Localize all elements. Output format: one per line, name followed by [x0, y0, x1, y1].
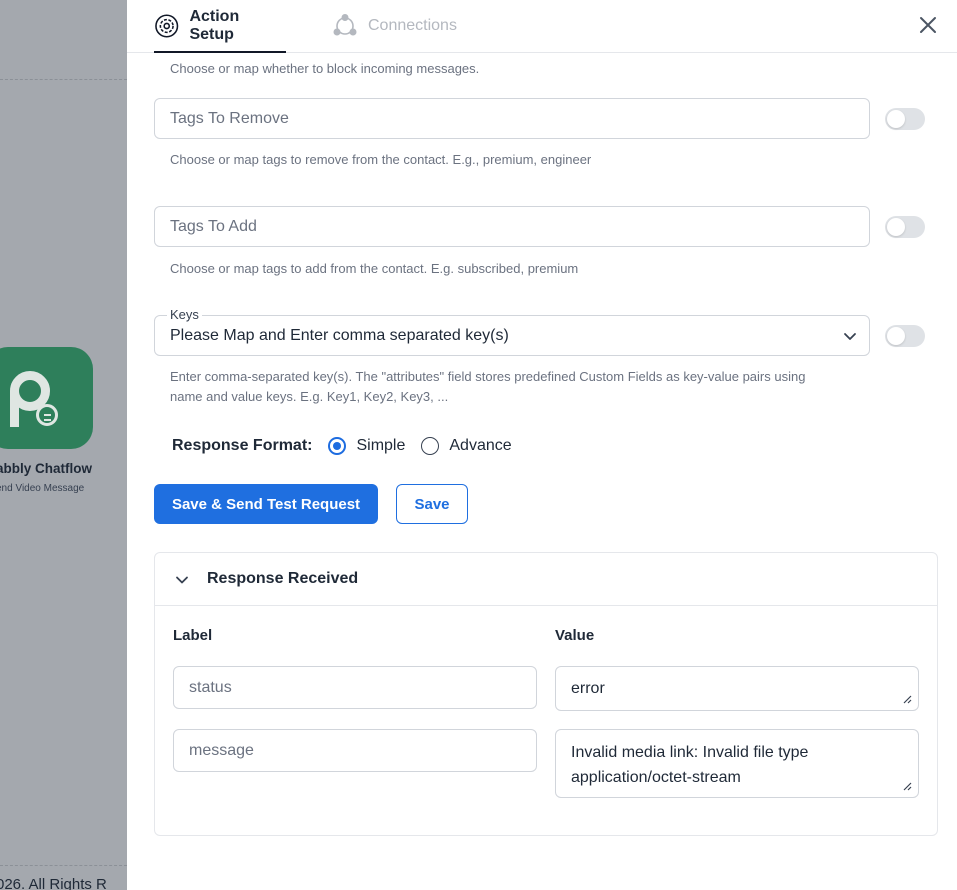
divider	[0, 79, 127, 80]
radio-simple-label: Simple	[356, 437, 406, 454]
response-label-field[interactable]: status	[173, 666, 537, 709]
tab-connections[interactable]: Connections	[332, 0, 457, 52]
resize-handle-icon[interactable]	[902, 781, 912, 791]
tab-action-setup[interactable]: Action Setup	[154, 0, 286, 53]
response-value-line: application/octet-stream	[571, 769, 741, 786]
app-logo-icon[interactable]	[0, 347, 93, 449]
radio-simple[interactable]: Simple	[328, 437, 405, 455]
response-value-field[interactable]: Invalid media link: Invalid file type ap…	[555, 729, 919, 798]
response-value-field[interactable]: error	[555, 666, 919, 711]
response-format-group: Response Format: Simple Advance	[172, 436, 528, 456]
label-column-header: Label	[173, 627, 213, 644]
response-received-header[interactable]: Response Received	[155, 553, 937, 606]
block-messages-hint: Choose or map whether to block incoming …	[170, 61, 480, 76]
tags-to-remove-placeholder: Tags To Remove	[170, 109, 289, 127]
connections-icon	[333, 14, 357, 36]
keys-label: Keys	[167, 307, 202, 322]
keys-select-value: Please Map and Enter comma separated key…	[170, 326, 509, 344]
tags-to-remove-toggle[interactable]	[885, 108, 925, 130]
tags-to-add-hint: Choose or map tags to add from the conta…	[170, 261, 579, 276]
tags-to-add-input[interactable]: Tags To Add	[154, 206, 870, 247]
divider	[0, 865, 127, 866]
response-format-label: Response Format:	[172, 437, 313, 454]
tab-connections-label: Connections	[368, 17, 457, 34]
radio-unselected-icon[interactable]	[421, 437, 440, 455]
response-value-text: error	[571, 679, 605, 697]
app-node-subtitle: end Video Message	[0, 483, 85, 494]
radio-advance-label: Advance	[449, 437, 512, 454]
resize-handle-icon[interactable]	[902, 694, 912, 704]
keys-select[interactable]: Please Map and Enter comma separated key…	[154, 315, 870, 356]
chevron-down-icon[interactable]	[175, 573, 189, 587]
response-received-section: Response Received Label Value status err…	[154, 552, 938, 836]
tags-to-remove-hint: Choose or map tags to remove from the co…	[170, 152, 592, 167]
response-label-text: message	[189, 741, 254, 759]
gear-icon	[155, 14, 179, 38]
response-label-text: status	[189, 678, 232, 696]
close-icon[interactable]	[917, 14, 939, 36]
action-setup-panel: Action Setup Connections Choose or map w…	[127, 0, 957, 890]
tags-to-add-placeholder: Tags To Add	[170, 217, 257, 235]
keys-hint-line2: name and value keys. E.g. Key1, Key2, Ke…	[170, 389, 449, 404]
radio-selected-icon[interactable]	[328, 437, 347, 455]
response-label-field[interactable]: message	[173, 729, 537, 772]
tags-to-add-toggle[interactable]	[885, 216, 925, 238]
response-received-title: Response Received	[207, 570, 359, 587]
save-and-send-test-button[interactable]: Save & Send Test Request	[154, 484, 378, 524]
save-button[interactable]: Save	[396, 484, 468, 524]
tab-action-setup-label: Action Setup	[189, 8, 240, 43]
keys-toggle[interactable]	[885, 325, 925, 347]
app-node-title: abbly Chatflow	[0, 461, 93, 476]
value-column-header: Value	[555, 627, 595, 644]
panel-tabs: Action Setup Connections	[127, 0, 957, 53]
keys-hint-line1: Enter comma-separated key(s). The "attri…	[170, 369, 806, 384]
tags-to-remove-input[interactable]: Tags To Remove	[154, 98, 870, 139]
footer-copyright: 026. All Rights R	[0, 876, 107, 890]
radio-advance[interactable]: Advance	[421, 437, 512, 455]
response-value-line: Invalid media link: Invalid file type	[571, 744, 809, 761]
background-canvas: abbly Chatflow end Video Message 026. Al…	[0, 0, 127, 890]
chevron-down-icon	[844, 333, 856, 340]
